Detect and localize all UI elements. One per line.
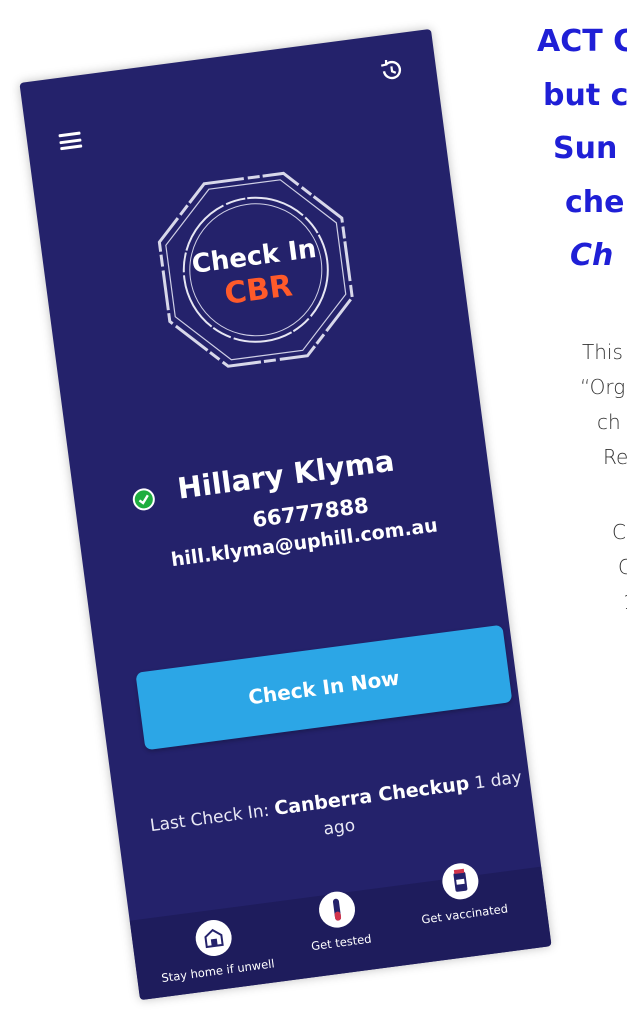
- house-icon: [193, 917, 234, 959]
- body-line-5: C: [612, 520, 626, 544]
- check-in-now-button[interactable]: Check In Now: [135, 624, 513, 751]
- page: ACT C but c Sun che Ch This “Org ch Re C…: [0, 0, 627, 1021]
- nav-item-get-tested[interactable]: Get tested: [270, 883, 406, 957]
- nav-label-get-tested: Get tested: [310, 931, 373, 954]
- nav-item-get-vaccinated[interactable]: Get vaccinated: [394, 855, 530, 929]
- body-line-4: Re: [603, 445, 627, 469]
- body-line-7: 1: [623, 589, 627, 615]
- body-line-2: “Org: [580, 375, 626, 399]
- body-line-6: C: [618, 555, 627, 579]
- nav-item-stay-home[interactable]: Stay home if unwell: [147, 912, 283, 986]
- headline-line-1: ACT C: [537, 24, 627, 59]
- user-profile: Hillary Klyma 66777888 hill.klyma@uphill…: [72, 425, 483, 571]
- vaccine-vial-icon: [440, 861, 481, 902]
- verified-check-icon: [131, 487, 157, 512]
- headline-line-5: Ch: [570, 238, 614, 273]
- nav-label-get-vaccinated: Get vaccinated: [420, 901, 509, 927]
- headline-line-2: but c: [543, 78, 627, 113]
- body-line-3: ch: [597, 410, 621, 434]
- last-check-in-prefix: Last Check In:: [148, 800, 276, 837]
- nav-label-stay-home: Stay home if unwell: [160, 956, 276, 986]
- headline-line-4: che: [565, 185, 625, 220]
- last-check-in-text: Last Check In: Canberra Checkup 1 day ag…: [136, 762, 539, 867]
- history-icon[interactable]: [376, 55, 407, 86]
- body-line-1: This: [582, 340, 623, 364]
- last-check-in-venue: Canberra Checkup: [272, 772, 471, 820]
- check-in-cbr-logo: Check In CBR: [144, 158, 368, 382]
- hamburger-menu-icon[interactable]: [58, 131, 83, 151]
- test-tube-icon: [316, 889, 358, 930]
- headline-line-3: Sun: [553, 131, 618, 166]
